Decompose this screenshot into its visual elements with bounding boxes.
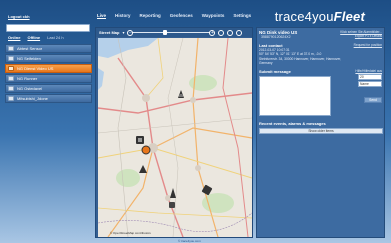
- vehicle-icon: [8, 86, 14, 91]
- zoom-out-button[interactable]: −: [127, 29, 134, 36]
- zoom-slider[interactable]: − +: [127, 29, 216, 36]
- nav-live[interactable]: Live: [97, 13, 106, 18]
- map-toolbar: Street Map ▾ − +: [96, 28, 252, 37]
- vehicle-item[interactable]: NG Runner: [5, 74, 92, 83]
- vehicle-marker-icon[interactable]: [168, 187, 178, 199]
- vehicle-icon: [8, 66, 14, 71]
- map-container: Street Map ▾ − + © OpenStreetMap contrib…: [95, 27, 253, 238]
- fullscreen-icon[interactable]: [236, 29, 243, 36]
- vehicle-label: NG Seifelden: [17, 56, 41, 61]
- message-field-a[interactable]: 20: [358, 74, 382, 81]
- vehicle-label: Mitsubishi_Jdone: [17, 96, 48, 101]
- vehicle-icon: [8, 76, 14, 81]
- zoom-in-button[interactable]: +: [209, 29, 216, 36]
- export-details-link[interactable]: Export P1 x Details: [340, 34, 382, 38]
- send-button[interactable]: Send: [364, 97, 382, 104]
- vehicle-list: Abtest Sensor NG Seifelden NG Dienst Vid…: [5, 44, 92, 104]
- zoom-handle[interactable]: [163, 30, 168, 35]
- nav-waypoints[interactable]: Waypoints: [202, 13, 225, 18]
- submit-help-link[interactable]: Hilfe/Hilfedatei aus: [355, 69, 382, 73]
- last-contact-header: Last contact Request for position: [257, 39, 384, 48]
- panel-header: NG Dink video US 3588790120624X2 Klick s…: [257, 28, 384, 39]
- selected-vehicle-marker-icon[interactable]: [139, 143, 153, 157]
- vehicle-label: Abtest Sensor: [17, 46, 43, 51]
- footer-copyright: © trace4you.com: [178, 239, 201, 243]
- vehicle-search-input[interactable]: [6, 24, 90, 32]
- nav-reporting[interactable]: Reporting: [140, 13, 161, 18]
- vehicle-marker-icon[interactable]: [138, 164, 148, 174]
- nav-settings[interactable]: Settings: [233, 13, 251, 18]
- map-attribution: © OpenStreetMap contributors: [110, 231, 151, 235]
- locate-icon[interactable]: [218, 29, 225, 36]
- layers-icon[interactable]: [227, 29, 234, 36]
- vehicle-marker-icon[interactable]: [176, 89, 186, 99]
- zoom-track: [132, 32, 211, 33]
- vehicle-marker-icon[interactable]: [201, 184, 213, 196]
- vehicle-icon: [8, 56, 14, 61]
- filter-online[interactable]: Online: [8, 35, 20, 40]
- chevron-down-icon[interactable]: ▾: [122, 30, 124, 35]
- logo-text: trace4you: [274, 9, 334, 24]
- vehicle-item[interactable]: NG Ostedavel: [5, 84, 92, 93]
- logo-fleet: Fleet: [333, 9, 365, 24]
- logout-link[interactable]: Logout ckh: [8, 14, 30, 19]
- submit-message-section: Submit message Hilfe/Hilfedatei aus 20 N…: [257, 67, 384, 118]
- filter-offline[interactable]: Offline: [27, 35, 40, 40]
- nav-history[interactable]: History: [115, 13, 131, 18]
- vehicle-number: 3588790120624X2: [261, 35, 291, 39]
- nav-geofences[interactable]: Geofences: [170, 13, 193, 18]
- vehicle-item[interactable]: NG Seifelden: [5, 54, 92, 63]
- events-section: Recent events, alarms & messages Show ol…: [257, 121, 384, 135]
- last-contact-country: Germany: [259, 60, 273, 65]
- events-label: Recent events, alarms & messages: [259, 121, 326, 127]
- vehicle-icon: [8, 96, 14, 101]
- vehicle-marker-icon[interactable]: [167, 200, 177, 210]
- main-nav: Live History Reporting Geofences Waypoin…: [97, 13, 251, 18]
- map-type-select[interactable]: Street Map: [99, 30, 119, 35]
- message-field-b[interactable]: Name: [358, 81, 382, 88]
- filter-note: Last 24 h: [47, 35, 64, 40]
- vehicle-item[interactable]: Abtest Sensor: [5, 44, 92, 53]
- vehicle-detail-panel: NG Dink video US 3588790120624X2 Klick s…: [256, 27, 385, 238]
- vehicle-item-selected[interactable]: NG Dienst Video US: [5, 64, 92, 73]
- vehicle-icon: [8, 46, 14, 51]
- message-textarea[interactable]: [259, 76, 331, 117]
- request-position-link[interactable]: Request for position: [354, 43, 382, 48]
- vehicle-item[interactable]: Mitsubishi_Jdone: [5, 94, 92, 103]
- show-older-button[interactable]: Show older items: [259, 128, 383, 135]
- vehicle-filters: Online Offline Last 24 h: [8, 35, 64, 40]
- vehicle-label: NG Runner: [17, 76, 38, 81]
- submit-message-label: Submit message: [259, 69, 291, 75]
- street-map[interactable]: © OpenStreetMap contributors: [98, 38, 252, 237]
- brand-logo: trace4youFleet: [275, 9, 365, 24]
- vehicle-label: NG Ostedavel: [17, 86, 43, 91]
- vehicle-label: NG Dienst Video US: [17, 66, 54, 71]
